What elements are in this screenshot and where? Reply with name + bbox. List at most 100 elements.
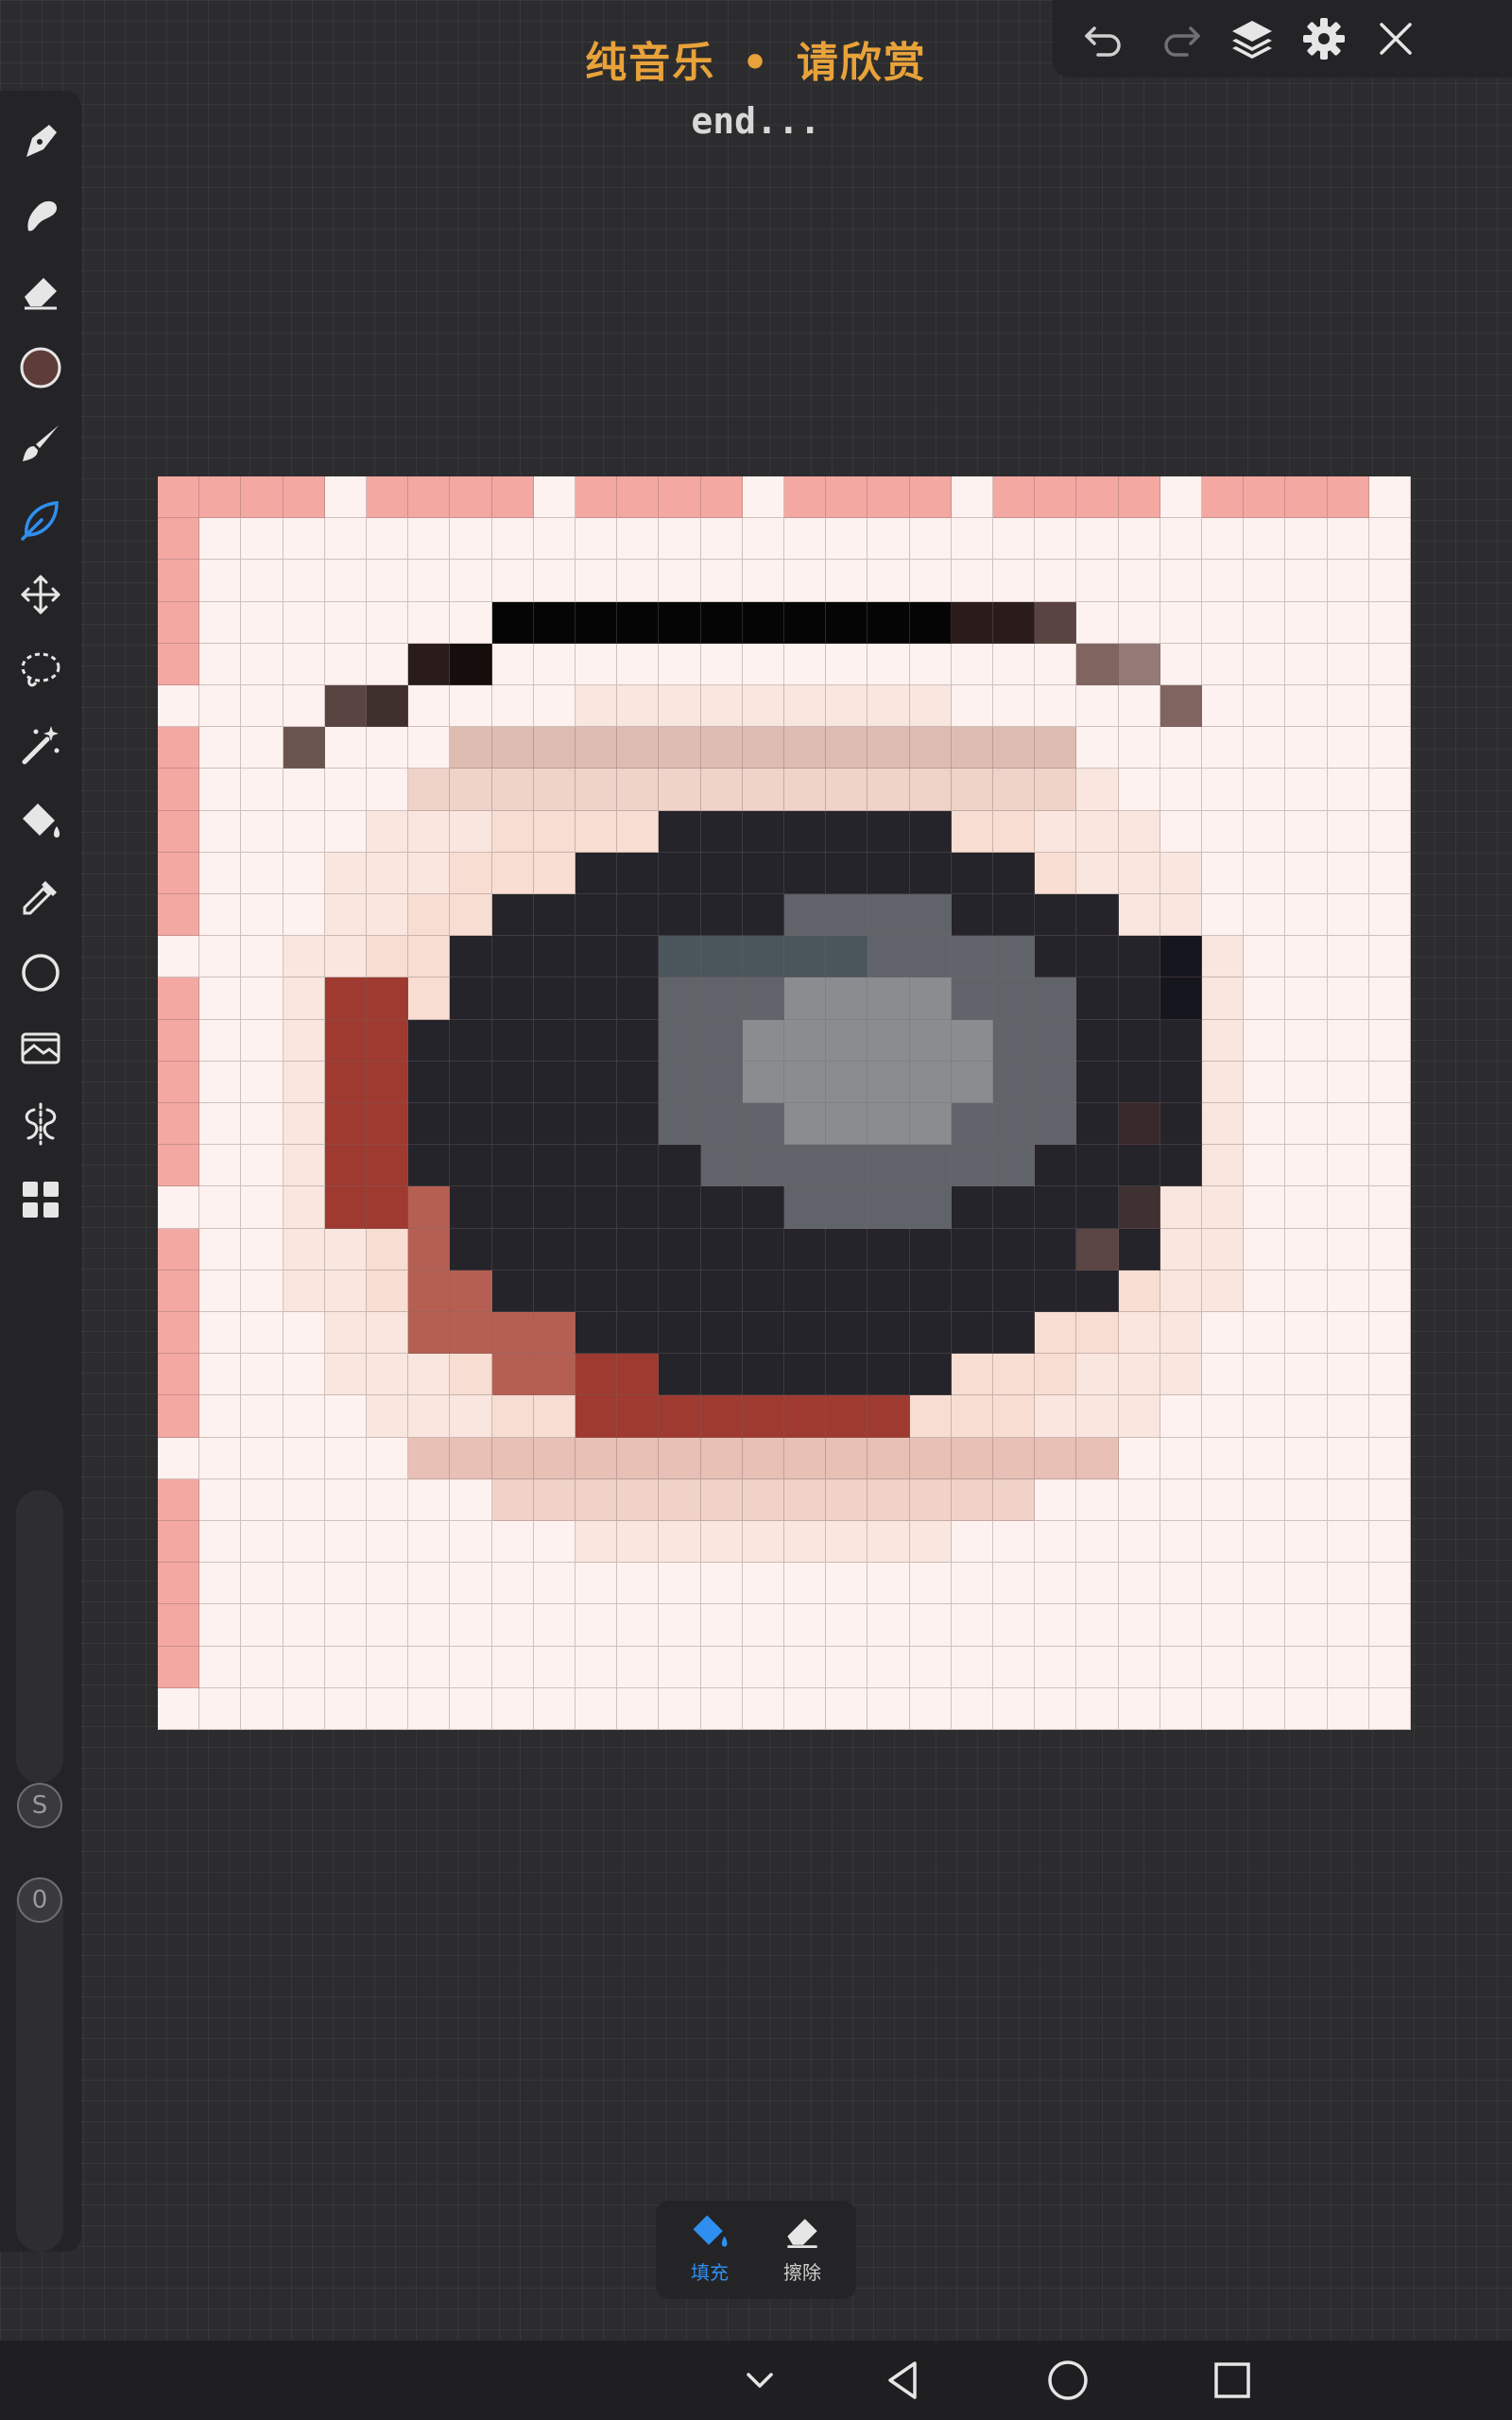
- pixel-cell[interactable]: [1327, 1646, 1369, 1688]
- pixel-cell[interactable]: [283, 1228, 325, 1270]
- pixel-cell[interactable]: [617, 727, 660, 769]
- pixel-cell[interactable]: [909, 643, 952, 685]
- back-icon[interactable]: [881, 2358, 926, 2403]
- pixel-cell[interactable]: [993, 894, 1036, 937]
- pixel-cell[interactable]: [993, 1395, 1036, 1438]
- pixel-cell[interactable]: [1244, 1103, 1286, 1146]
- pixel-cell[interactable]: [742, 476, 784, 519]
- pixel-cell[interactable]: [1244, 852, 1286, 894]
- pixel-cell[interactable]: [1244, 1186, 1286, 1229]
- pixel-cell[interactable]: [742, 894, 784, 937]
- pixel-cell[interactable]: [826, 1270, 868, 1312]
- pixel-cell[interactable]: [1285, 1563, 1328, 1605]
- pixel-cell[interactable]: [1202, 1563, 1245, 1605]
- pixel-cell[interactable]: [241, 1019, 284, 1062]
- pixel-cell[interactable]: [1244, 1687, 1286, 1730]
- pixel-cell[interactable]: [1160, 1687, 1202, 1730]
- pixel-cell[interactable]: [576, 1437, 618, 1479]
- pixel-cell[interactable]: [1076, 1312, 1119, 1355]
- pixel-cell[interactable]: [1327, 1103, 1369, 1146]
- pixel-cell[interactable]: [1285, 810, 1328, 853]
- pixel-cell[interactable]: [784, 810, 827, 853]
- pixel-cell[interactable]: [993, 1354, 1036, 1396]
- pixel-cell[interactable]: [408, 1687, 451, 1730]
- pixel-cell[interactable]: [324, 1312, 367, 1355]
- pixel-cell[interactable]: [1076, 685, 1119, 728]
- pixel-cell[interactable]: [241, 1145, 284, 1187]
- pixel-cell[interactable]: [158, 1186, 200, 1229]
- pixel-cell[interactable]: [241, 810, 284, 853]
- pixel-cell[interactable]: [1368, 769, 1411, 811]
- pixel-cell[interactable]: [1327, 1521, 1369, 1564]
- pixel-cell[interactable]: [576, 1687, 618, 1730]
- pixel-cell[interactable]: [700, 1646, 743, 1688]
- pixel-cell[interactable]: [826, 810, 868, 853]
- pixel-cell[interactable]: [909, 1061, 952, 1103]
- pixel-cell[interactable]: [1118, 1395, 1160, 1438]
- pixel-cell[interactable]: [742, 977, 784, 1020]
- pixel-cell[interactable]: [1160, 852, 1202, 894]
- pixel-cell[interactable]: [617, 1186, 660, 1229]
- pixel-cell[interactable]: [700, 518, 743, 561]
- pixel-cell[interactable]: [659, 852, 701, 894]
- pixel-cell[interactable]: [868, 643, 910, 685]
- pixel-cell[interactable]: [826, 894, 868, 937]
- pixel-cell[interactable]: [1160, 1019, 1202, 1062]
- pixel-cell[interactable]: [324, 476, 367, 519]
- pixel-cell[interactable]: [283, 1395, 325, 1438]
- pixel-cell[interactable]: [324, 1103, 367, 1146]
- pixel-cell[interactable]: [909, 1687, 952, 1730]
- pixel-cell[interactable]: [1118, 1478, 1160, 1521]
- pixel-cell[interactable]: [283, 1270, 325, 1312]
- pixel-cell[interactable]: [199, 560, 242, 602]
- pixel-cell[interactable]: [1035, 1270, 1077, 1312]
- pixel-cell[interactable]: [199, 1521, 242, 1564]
- pixel-cell[interactable]: [826, 1521, 868, 1564]
- pixel-cell[interactable]: [993, 1478, 1036, 1521]
- pixel-cell[interactable]: [241, 1478, 284, 1521]
- pixel-cell[interactable]: [868, 1186, 910, 1229]
- pixel-cell[interactable]: [1035, 727, 1077, 769]
- pixel-cell[interactable]: [491, 1312, 534, 1355]
- pixel-cell[interactable]: [283, 1604, 325, 1647]
- pixel-cell[interactable]: [1327, 601, 1369, 644]
- pixel-cell[interactable]: [199, 1395, 242, 1438]
- pixel-cell[interactable]: [659, 601, 701, 644]
- size-slider-knob[interactable]: S: [17, 1783, 62, 1828]
- pixel-cell[interactable]: [367, 685, 409, 728]
- pixel-cell[interactable]: [324, 1521, 367, 1564]
- pixel-cell[interactable]: [1035, 977, 1077, 1020]
- pixel-cell[interactable]: [868, 1687, 910, 1730]
- pixel-cell[interactable]: [659, 560, 701, 602]
- pixel-cell[interactable]: [408, 769, 451, 811]
- pixel-cell[interactable]: [450, 1646, 492, 1688]
- pixel-cell[interactable]: [1076, 1145, 1119, 1187]
- pixel-cell[interactable]: [826, 1437, 868, 1479]
- pixel-cell[interactable]: [659, 1354, 701, 1396]
- pixel-cell[interactable]: [241, 769, 284, 811]
- pixel-cell[interactable]: [408, 1145, 451, 1187]
- pixel-cell[interactable]: [617, 1395, 660, 1438]
- pixel-cell[interactable]: [1076, 1604, 1119, 1647]
- pixel-cell[interactable]: [199, 685, 242, 728]
- pixel-cell[interactable]: [1285, 977, 1328, 1020]
- pixel-cell[interactable]: [742, 1145, 784, 1187]
- pixel-cell[interactable]: [659, 977, 701, 1020]
- pixel-cell[interactable]: [1160, 1312, 1202, 1355]
- pixel-cell[interactable]: [576, 1604, 618, 1647]
- pixel-cell[interactable]: [367, 1646, 409, 1688]
- pixel-cell[interactable]: [533, 1646, 576, 1688]
- pixel-cell[interactable]: [826, 1563, 868, 1605]
- pixel-cell[interactable]: [1368, 1061, 1411, 1103]
- pixel-cell[interactable]: [909, 1437, 952, 1479]
- eraser-icon[interactable]: [17, 268, 64, 316]
- pixel-cell[interactable]: [1327, 1228, 1369, 1270]
- pixel-cell[interactable]: [1118, 1228, 1160, 1270]
- pixel-cell[interactable]: [1160, 1186, 1202, 1229]
- pixel-cell[interactable]: [367, 894, 409, 937]
- pixel-cell[interactable]: [659, 1312, 701, 1355]
- pixel-cell[interactable]: [1244, 1228, 1286, 1270]
- pixel-cell[interactable]: [826, 977, 868, 1020]
- pixel-cell[interactable]: [700, 1395, 743, 1438]
- pixel-cell[interactable]: [367, 1228, 409, 1270]
